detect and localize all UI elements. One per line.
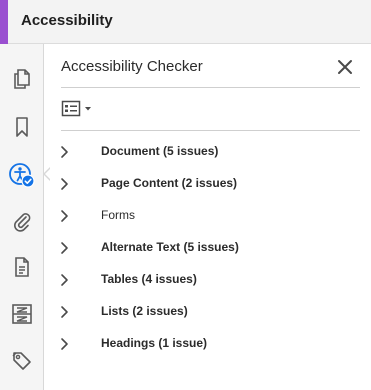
- tags-button[interactable]: [7, 346, 37, 376]
- close-button[interactable]: [336, 58, 354, 76]
- content-icon: [10, 255, 34, 279]
- options-menu-button[interactable]: [61, 99, 97, 119]
- tree-item[interactable]: Headings (1 issue): [56, 331, 356, 357]
- attachments-button[interactable]: [7, 206, 37, 236]
- tree-item[interactable]: Forms: [56, 203, 356, 229]
- chevron-right-icon[interactable]: [59, 177, 71, 191]
- title-bar: Accessibility: [0, 0, 371, 44]
- tree-item-label: Page Content (2 issues): [101, 176, 238, 190]
- accessibility-window: Accessibility Accessibility Checker Docu…: [0, 0, 371, 390]
- tags-icon: [10, 349, 34, 373]
- order-button[interactable]: [7, 299, 37, 329]
- title-accent: [0, 0, 8, 44]
- chevron-right-icon[interactable]: [59, 305, 71, 319]
- bookmark-icon: [10, 115, 34, 139]
- content-button[interactable]: [7, 252, 37, 282]
- tree-item[interactable]: Tables (4 issues): [56, 267, 356, 293]
- active-indicator-fill: [45, 168, 51, 180]
- tree-item-label: Lists (2 issues): [101, 304, 188, 318]
- attachment-icon: [10, 209, 34, 233]
- tree-item-label: Tables (4 issues): [101, 272, 197, 286]
- divider: [61, 130, 360, 131]
- tree-item[interactable]: Lists (2 issues): [56, 299, 356, 325]
- tree-item[interactable]: Document (5 issues): [56, 139, 356, 165]
- divider: [61, 87, 360, 88]
- tree-item-label: Document (5 issues): [101, 144, 219, 158]
- left-tool-rail: [0, 44, 44, 390]
- chevron-right-icon[interactable]: [59, 273, 71, 287]
- panel-title: Accessibility Checker: [61, 58, 203, 75]
- pages-icon: [10, 67, 34, 91]
- page-title: Accessibility: [21, 12, 113, 29]
- tree-item-label: Headings (1 issue): [101, 336, 208, 350]
- panel-header: Accessibility Checker: [61, 58, 361, 78]
- close-icon: [336, 60, 354, 80]
- accessibility-checker-icon: [8, 161, 36, 189]
- options-menu-icon: [61, 100, 97, 123]
- tree-item[interactable]: Alternate Text (5 issues): [56, 235, 356, 261]
- tree-item-label: Alternate Text (5 issues): [101, 240, 239, 254]
- chevron-right-icon[interactable]: [59, 209, 71, 223]
- order-icon: [10, 302, 34, 326]
- accessibility-checker-button[interactable]: [7, 160, 37, 190]
- chevron-right-icon[interactable]: [59, 241, 71, 255]
- chevron-right-icon[interactable]: [59, 337, 71, 351]
- chevron-right-icon[interactable]: [59, 145, 71, 159]
- tree-item[interactable]: Page Content (2 issues): [56, 171, 356, 197]
- bookmarks-button[interactable]: [7, 112, 37, 142]
- tree-item-label: Forms: [101, 208, 135, 222]
- pages-button[interactable]: [7, 64, 37, 94]
